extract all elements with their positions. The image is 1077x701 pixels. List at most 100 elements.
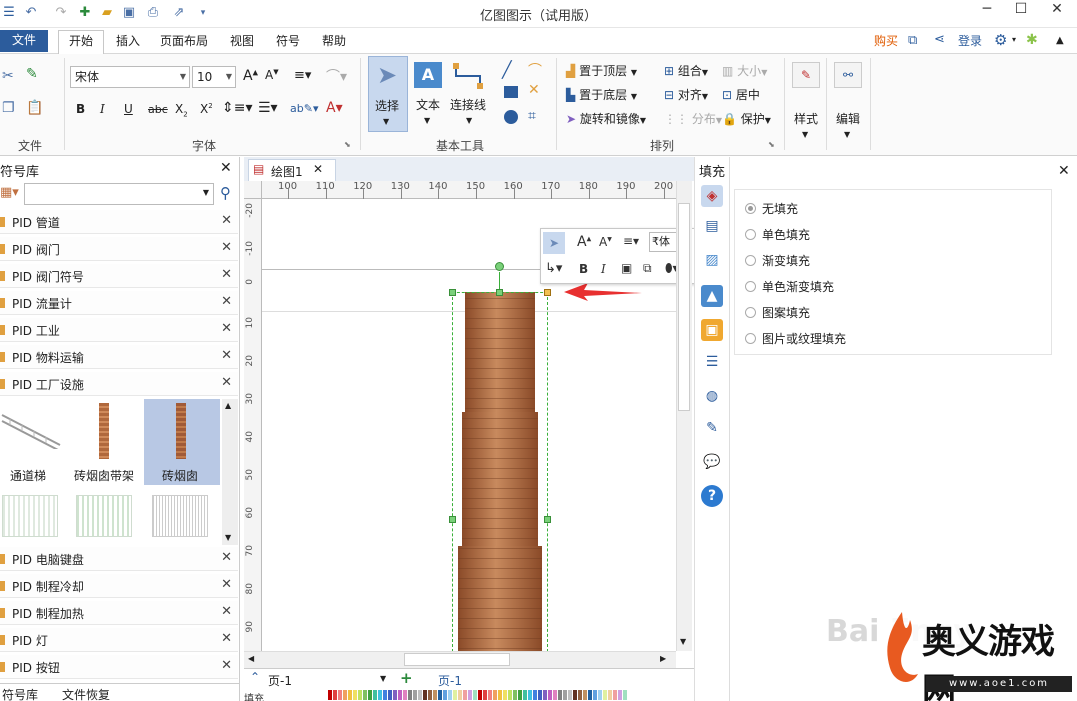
- library-menu-icon[interactable]: ▦▾: [0, 185, 19, 200]
- hyperlink-globe-icon[interactable]: ◍: [701, 385, 723, 407]
- edit-button[interactable]: ⚯ 编辑 ▼: [830, 58, 866, 142]
- subscript-icon[interactable]: X2: [175, 102, 188, 118]
- close-category-icon[interactable]: ✕: [221, 550, 232, 565]
- palette-swatch[interactable]: [508, 690, 512, 700]
- palette-swatch[interactable]: [488, 690, 492, 700]
- palette-swatch[interactable]: [378, 690, 382, 700]
- buy-link[interactable]: 购买: [864, 31, 908, 53]
- font-size-select[interactable]: 10 ▼: [192, 66, 236, 88]
- palette-swatch[interactable]: [333, 690, 337, 700]
- font-family-select[interactable]: 宋体 ▼: [70, 66, 190, 88]
- palette-swatch[interactable]: [433, 690, 437, 700]
- palette-swatch[interactable]: [348, 690, 352, 700]
- paragraph-align-icon[interactable]: ≡▾: [294, 68, 311, 83]
- palette-swatch[interactable]: [543, 690, 547, 700]
- close-category-icon[interactable]: ✕: [221, 658, 232, 673]
- close-category-icon[interactable]: ✕: [221, 240, 232, 255]
- close-category-icon[interactable]: ✕: [221, 577, 232, 592]
- palette-swatch[interactable]: [588, 690, 592, 700]
- fill-option-radio[interactable]: 单色渐变填充: [745, 278, 834, 295]
- close-category-icon[interactable]: ✕: [221, 604, 232, 619]
- grow-font-icon[interactable]: A▲: [577, 234, 591, 250]
- palette-swatch[interactable]: [473, 690, 477, 700]
- expand-up-icon[interactable]: ⌃: [250, 670, 260, 684]
- tab-page-layout[interactable]: 页面布局: [150, 31, 218, 53]
- palette-swatch[interactable]: [393, 690, 397, 700]
- shape-item-chimney-with-frame[interactable]: 砖烟囱带架: [72, 399, 144, 485]
- attachment-icon[interactable]: ✎: [701, 417, 723, 439]
- shape-item-passage-ladder[interactable]: 通道梯: [0, 399, 72, 485]
- rotate-mirror-button[interactable]: ➤ 旋转和镜像▼: [566, 110, 646, 127]
- tab-file-recovery[interactable]: 文件恢复: [62, 686, 110, 701]
- close-category-icon[interactable]: ✕: [221, 213, 232, 228]
- palette-swatch[interactable]: [398, 690, 402, 700]
- help-icon[interactable]: ?: [701, 485, 723, 507]
- vertical-scrollbar[interactable]: ▼: [676, 181, 692, 651]
- palette-swatch[interactable]: [558, 690, 562, 700]
- palette-swatch[interactable]: [503, 690, 507, 700]
- palette-swatch[interactable]: [613, 690, 617, 700]
- pointer-icon[interactable]: ➤: [543, 232, 565, 254]
- resize-handle[interactable]: [449, 516, 456, 523]
- fill-option-radio[interactable]: 图片或纹理填充: [745, 330, 846, 347]
- search-icon[interactable]: ⚲: [220, 184, 231, 202]
- palette-swatch[interactable]: [468, 690, 472, 700]
- image-icon[interactable]: ▲: [701, 285, 723, 307]
- collapse-ribbon-icon[interactable]: ▲: [1056, 35, 1064, 46]
- palette-swatch[interactable]: [623, 690, 627, 700]
- close-category-icon[interactable]: ✕: [221, 294, 232, 309]
- resize-handle[interactable]: [449, 289, 456, 296]
- palette-swatch[interactable]: [373, 690, 377, 700]
- palette-swatch[interactable]: [343, 690, 347, 700]
- line-spacing-icon[interactable]: ⇕≡▾: [222, 100, 253, 116]
- palette-swatch[interactable]: [458, 690, 462, 700]
- settings-dropdown-icon[interactable]: ▾: [1012, 35, 1016, 44]
- scroll-right-icon[interactable]: ▶: [660, 654, 666, 663]
- library-category-item[interactable]: PID 工业 ✕: [0, 318, 238, 342]
- rotation-handle[interactable]: [495, 262, 504, 271]
- palette-swatch[interactable]: [618, 690, 622, 700]
- underline-icon[interactable]: U: [124, 102, 133, 116]
- palette-swatch[interactable]: [593, 690, 597, 700]
- scroll-down-icon[interactable]: ▼: [680, 637, 686, 646]
- palette-swatch[interactable]: [518, 690, 522, 700]
- style-button[interactable]: ✎ 样式 ▼: [788, 58, 824, 142]
- color-palette[interactable]: [328, 688, 627, 701]
- layers-icon[interactable]: ▣: [701, 319, 723, 341]
- grow-font-icon[interactable]: A▲: [243, 68, 258, 84]
- scroll-left-icon[interactable]: ◀: [248, 654, 254, 663]
- cross-point-icon[interactable]: ✕: [528, 82, 540, 98]
- palette-swatch[interactable]: [453, 690, 457, 700]
- fill-option-radio[interactable]: 单色填充: [745, 226, 810, 243]
- library-category-item[interactable]: PID 按钮 ✕: [0, 655, 238, 679]
- library-category-item[interactable]: PID 电脑键盘 ✕: [0, 547, 238, 571]
- close-panel-icon[interactable]: ✕: [1058, 163, 1070, 179]
- palette-swatch[interactable]: [573, 690, 577, 700]
- curve-text-icon[interactable]: ⌒▾: [326, 66, 347, 86]
- shape-item-brick-chimney[interactable]: 砖烟囱: [144, 399, 220, 485]
- page-select[interactable]: 页-1: [268, 672, 292, 689]
- file-menu[interactable]: 文件: [0, 30, 48, 52]
- palette-swatch[interactable]: [363, 690, 367, 700]
- superscript-icon[interactable]: X2: [200, 102, 213, 116]
- palette-swatch[interactable]: [368, 690, 372, 700]
- fill-option-radio[interactable]: 渐变填充: [745, 252, 810, 269]
- login-link[interactable]: 登录: [948, 31, 992, 53]
- arc-icon[interactable]: ⌒: [528, 60, 542, 80]
- fill-option-radio[interactable]: 无填充: [745, 200, 798, 217]
- library-category-item[interactable]: PID 制程冷却 ✕: [0, 574, 238, 598]
- close-button[interactable]: ✕: [1040, 0, 1074, 20]
- palette-swatch[interactable]: [608, 690, 612, 700]
- palette-swatch[interactable]: [418, 690, 422, 700]
- library-category-item[interactable]: PID 工厂设施 ✕: [0, 372, 238, 396]
- send-to-back-button[interactable]: ▙ 置于底层 ▼: [566, 86, 637, 103]
- horizontal-scroll-thumb[interactable]: [404, 653, 510, 666]
- close-category-icon[interactable]: ✕: [221, 375, 232, 390]
- grid-shape-thumbnail[interactable]: [76, 495, 132, 537]
- dialog-launcher-icon[interactable]: ⬊: [344, 140, 351, 149]
- grid-shape-thumbnail[interactable]: [152, 495, 208, 537]
- library-category-item[interactable]: PID 阀门符号 ✕: [0, 264, 238, 288]
- group-button[interactable]: ⊞ 组合▼: [664, 62, 708, 79]
- line-icon[interactable]: ▤: [701, 215, 723, 237]
- palette-swatch[interactable]: [383, 690, 387, 700]
